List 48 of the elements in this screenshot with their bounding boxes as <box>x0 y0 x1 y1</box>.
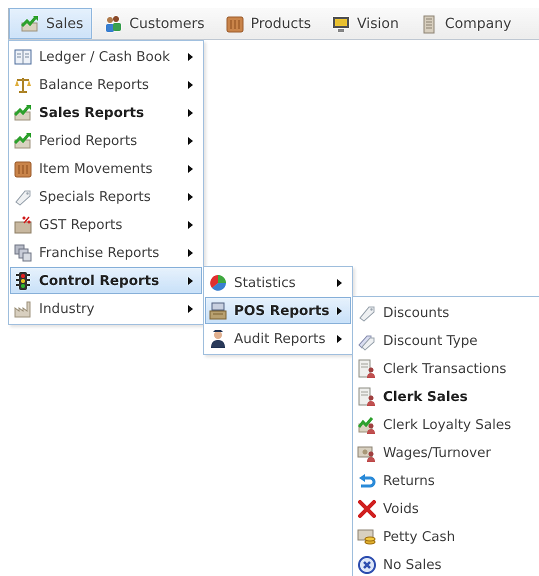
menu-item[interactable]: Ledger / Cash Book <box>10 43 202 70</box>
crate-icon <box>13 158 33 178</box>
menu-item[interactable]: Balance Reports <box>10 71 202 98</box>
close-icon <box>357 498 377 518</box>
person-icon <box>208 328 228 348</box>
menu-item[interactable]: Clerk Transactions <box>354 355 539 382</box>
menu-item[interactable]: Discounts <box>354 299 539 326</box>
menu-item[interactable]: No Sales <box>354 551 539 576</box>
chart-icon <box>20 14 40 34</box>
coins-icon <box>357 526 377 546</box>
menu-tab[interactable]: Customers <box>92 8 214 39</box>
menu-tab[interactable]: Vision <box>320 8 408 39</box>
menu-item[interactable]: Industry <box>10 295 202 322</box>
menu-item[interactable]: Clerk Sales <box>354 383 539 410</box>
menu-item[interactable]: Wages/Turnover <box>354 439 539 466</box>
menu-tab[interactable]: Sales <box>9 8 92 39</box>
menu-item[interactable]: Control Reports <box>10 267 202 294</box>
factory-icon <box>13 298 33 318</box>
menu-item[interactable]: Audit Reports <box>205 325 351 352</box>
chart-person-icon <box>357 414 377 434</box>
menu-item[interactable]: Franchise Reports <box>10 239 202 266</box>
receipt-person-icon <box>357 358 377 378</box>
menu-item[interactable]: Petty Cash <box>354 523 539 550</box>
menu-item[interactable]: Sales Reports <box>10 99 202 126</box>
menu-item[interactable]: Specials Reports <box>10 183 202 210</box>
chart-icon <box>13 130 33 150</box>
menu-item[interactable]: Period Reports <box>10 127 202 154</box>
cash-register-icon <box>208 300 228 320</box>
menu-item[interactable]: Discount Type <box>354 327 539 354</box>
chart-icon <box>13 102 33 122</box>
people-icon <box>103 14 124 34</box>
crate-icon <box>224 14 245 34</box>
percent-icon <box>13 214 33 234</box>
menu-item[interactable]: Returns <box>354 467 539 494</box>
menu-item[interactable]: GST Reports <box>10 211 202 238</box>
menu-item[interactable]: POS Reports <box>205 297 351 324</box>
traffic-light-icon <box>13 270 33 290</box>
menu-item[interactable]: Item Movements <box>10 155 202 182</box>
menu-item[interactable]: Clerk Loyalty Sales <box>354 411 539 438</box>
pie-chart-icon <box>208 272 228 292</box>
menu-item[interactable]: Voids <box>354 495 539 522</box>
receipt-person-icon <box>357 386 377 406</box>
menu-tab[interactable]: Products <box>214 8 320 39</box>
documents-icon <box>13 242 33 262</box>
cancel-icon <box>357 554 377 574</box>
menu-item[interactable]: Statistics <box>205 269 351 296</box>
book-icon <box>13 46 33 66</box>
menu-tab[interactable]: Company <box>408 8 520 39</box>
